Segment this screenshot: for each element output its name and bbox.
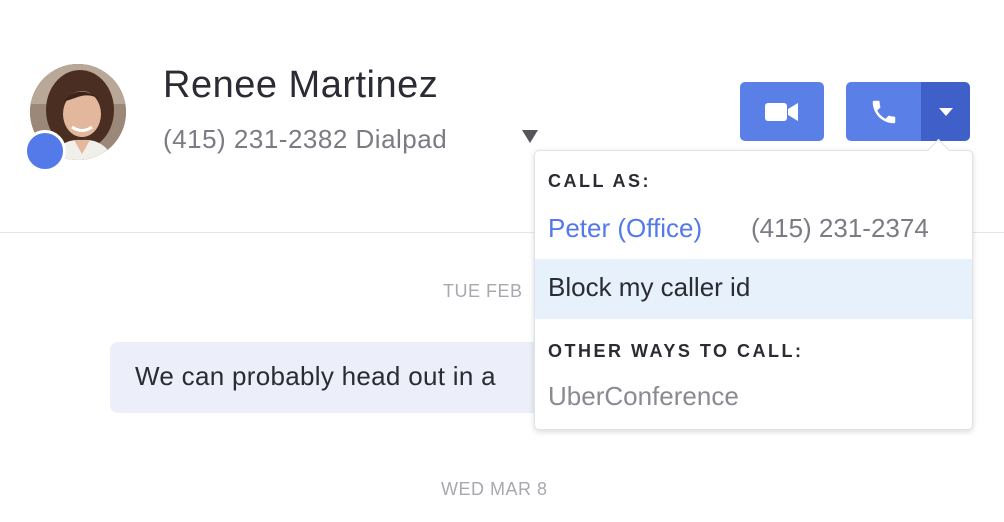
identity-name: Peter (Office) [548, 213, 703, 243]
caret-down-icon [938, 107, 953, 116]
phone-icon [872, 100, 895, 123]
presence-indicator [24, 130, 66, 172]
block-caller-id-option[interactable]: Block my caller id [535, 259, 972, 319]
date-separator: TUE FEB [443, 281, 523, 301]
uberconference-option[interactable]: UberConference [548, 381, 739, 412]
date-separator: WED MAR 8 [441, 479, 548, 499]
identity-number: (415) 231-2374 [751, 213, 929, 243]
video-camera-icon [765, 102, 798, 121]
contact-name: Renee Martinez [163, 64, 439, 106]
message-text: We can probably head out in a [135, 361, 496, 391]
call-options-button[interactable] [921, 82, 970, 141]
contact-number: (415) 231-2382 Dialpad [163, 124, 448, 154]
call-as-heading: CALL AS: [548, 171, 651, 191]
other-ways-heading: OTHER WAYS TO CALL: [548, 341, 804, 361]
number-dropdown-caret-icon[interactable] [520, 128, 540, 144]
block-caller-id-label: Block my caller id [548, 272, 751, 302]
message-bubble: We can probably head out in a [110, 342, 580, 413]
video-call-button[interactable] [740, 82, 824, 141]
call-options-menu: CALL AS: Peter (Office) (415) 231-2374 B… [534, 150, 973, 430]
call-as-identity-option[interactable]: Peter (Office) (415) 231-2374 [535, 206, 972, 256]
voice-call-button[interactable] [846, 82, 921, 141]
